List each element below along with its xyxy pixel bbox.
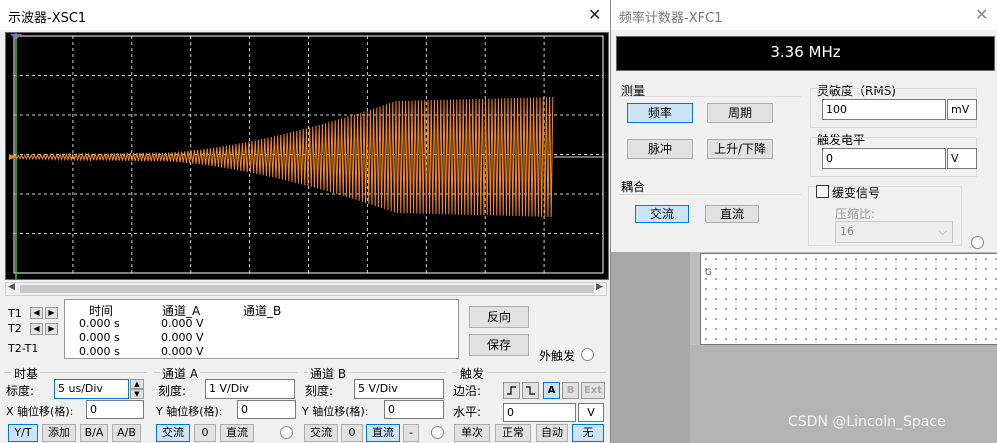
counter-display: 3.36 MHz <box>616 36 995 71</box>
timebase-scale-up-button[interactable]: ▲ <box>130 379 144 389</box>
oscilloscope-close-icon[interactable]: ✕ <box>588 5 601 24</box>
channel-a-zero-button[interactable]: 0 <box>194 424 216 442</box>
cursor-t2-left-button[interactable]: ◀ <box>30 323 43 335</box>
readout-t2-time: 0.000 s <box>79 331 120 344</box>
sensitivity-unit[interactable]: mV <box>947 99 977 120</box>
channel-b-ypos-label: Y 轴位移(格): <box>302 405 369 418</box>
slow-signal-checkbox[interactable] <box>816 185 829 198</box>
channel-b-scale-label: 刻度: <box>305 384 334 398</box>
timebase-mode-ab-button[interactable]: A/B <box>112 424 141 442</box>
channel-a-ac-button[interactable]: 交流 <box>156 424 190 442</box>
counter-trigger-level-input[interactable]: 0 <box>822 148 946 169</box>
counter-close-icon[interactable]: ✕ <box>975 5 988 24</box>
channel-b-ypos-input[interactable]: 0 <box>384 400 444 419</box>
scroll-left-icon[interactable]: ◀ <box>8 282 15 292</box>
external-trigger-radio[interactable] <box>581 348 594 361</box>
trigger-edge-label: 边沿: <box>453 384 482 398</box>
trigger-mode-single-button[interactable]: 单次 <box>454 424 490 442</box>
channel-a-dc-button[interactable]: 直流 <box>220 424 254 442</box>
coupling-header: 耦合 <box>621 180 646 194</box>
coupling-ac-button[interactable]: 交流 <box>635 205 689 223</box>
readout-t2t1-time: 0.000 s <box>79 345 120 358</box>
cursor-t2-right-button[interactable]: ▶ <box>45 323 58 335</box>
counter-titlebar[interactable]: 频率计数器-XFC1 ✕ <box>611 0 997 30</box>
cursor-t2-t1-label: T2-T1 <box>8 342 39 355</box>
timebase-header: 时基 <box>12 365 41 382</box>
counter-trigger-level-unit[interactable]: V <box>947 148 977 169</box>
cursor-t1-label: T1 <box>8 307 22 320</box>
channel-b-zero-button[interactable]: 0 <box>341 424 363 442</box>
trigger-mode-none-button[interactable]: 无 <box>572 424 604 442</box>
timebase-scale-input[interactable]: 5 us/Div <box>54 379 129 399</box>
timebase-scale-down-button[interactable]: ▼ <box>130 389 144 399</box>
trigger-source-ext-button[interactable]: Ext <box>581 382 605 399</box>
readout-t1-channel-a: 0.000 V <box>161 317 204 330</box>
trigger-mode-normal-button[interactable]: 正常 <box>495 424 531 442</box>
readout-channel-b-header: 通道_B <box>243 304 282 318</box>
channel-a-ypos-input[interactable]: 0 <box>237 400 296 419</box>
cursor-t1-right-button[interactable]: ▶ <box>45 307 58 319</box>
channel-b-radio[interactable] <box>431 426 444 439</box>
timebase-mode-ba-button[interactable]: B/A <box>80 424 108 442</box>
timebase-mode-yt-button[interactable]: Y/T <box>8 424 38 442</box>
trigger-source-b-button[interactable]: B <box>562 382 579 399</box>
oscilloscope-window: 示波器-XSC1 ✕ ◀ ▶ T1 ◀ ▶ T2 ◀ ▶ T2-T1 时间 通道… <box>0 0 611 443</box>
trigger-level-input[interactable]: 0 <box>503 403 576 422</box>
channel-b-minus-button[interactable]: - <box>403 424 419 442</box>
frequency-counter-window: 频率计数器-XFC1 ✕ 3.36 MHz 测量 频率 周期 脉冲 上升/下降 … <box>611 0 997 252</box>
channel-a-radio[interactable] <box>280 426 293 439</box>
slow-signal-label: 缓变信号 <box>832 186 881 200</box>
channel-b-ac-button[interactable]: 交流 <box>304 424 338 442</box>
counter-title: 频率计数器-XFC1 <box>619 11 723 26</box>
oscilloscope-horizontal-scrollbar[interactable]: ◀ ▶ <box>5 282 607 296</box>
trigger-rising-edge-icon[interactable] <box>503 382 520 399</box>
oscilloscope-screen <box>5 32 609 280</box>
timebase-xpos-label: X 轴位移(格): <box>6 405 74 418</box>
timebase-mode-add-button[interactable]: 添加 <box>42 424 76 442</box>
channel-a-ypos-label: Y 轴位移(格): <box>156 405 223 418</box>
schematic-sheet[interactable]: G <box>700 253 997 345</box>
save-button[interactable]: 保存 <box>469 334 529 356</box>
channel-b-header: 通道 B <box>308 365 349 382</box>
trigger-source-a-button[interactable]: A <box>543 382 560 399</box>
compression-label: 压缩比: <box>835 207 876 221</box>
channel-b-scale-input[interactable]: 5 V/Div <box>354 379 444 399</box>
sensitivity-input[interactable]: 100 <box>822 99 946 120</box>
trigger-falling-edge-icon[interactable] <box>522 382 539 399</box>
channel-a-scale-input[interactable]: 1 V/Div <box>205 379 295 399</box>
oscilloscope-titlebar[interactable]: 示波器-XSC1 ✕ <box>0 0 610 30</box>
oscilloscope-title: 示波器-XSC1 <box>8 11 87 26</box>
external-trigger-label: 外触发 <box>539 349 576 363</box>
timebase-scale-label: 标度: <box>6 384 35 398</box>
trigger-header: 触发 <box>458 365 487 382</box>
timebase-xpos-input[interactable]: 0 <box>86 400 144 419</box>
scroll-right-icon[interactable]: ▶ <box>596 282 603 292</box>
counter-radio[interactable] <box>971 236 984 249</box>
dropdown-chevron-icon: ⌵ <box>938 225 947 238</box>
measurement-readout: 时间 通道_A 通道_B 0.000 s 0.000 V 0.000 s 0.0… <box>64 299 459 359</box>
measure-rise-fall-button[interactable]: 上升/下降 <box>707 139 773 159</box>
channel-a-header: 通道 A <box>160 365 201 382</box>
trigger-level-label: 水平: <box>453 405 482 419</box>
readout-t1-time: 0.000 s <box>79 317 120 330</box>
trigger-mode-auto-button[interactable]: 自动 <box>536 424 568 442</box>
schematic-row-label: G <box>705 268 712 278</box>
coupling-dc-button[interactable]: 直流 <box>705 205 759 223</box>
channel-b-dc-button[interactable]: 直流 <box>366 424 400 442</box>
scrollbar-thumb[interactable] <box>20 285 594 293</box>
measure-period-button[interactable]: 周期 <box>707 103 773 123</box>
compression-select[interactable]: 16 ⌵ <box>835 221 953 243</box>
compression-value: 16 <box>840 225 854 238</box>
measure-frequency-button[interactable]: 频率 <box>627 103 693 123</box>
reverse-button[interactable]: 反向 <box>469 306 529 328</box>
watermark: CSDN @Lincoln_Space <box>788 414 946 430</box>
cursor-t2-label: T2 <box>8 322 22 335</box>
cursor-t1-left-button[interactable]: ◀ <box>30 307 43 319</box>
readout-t2t1-channel-a: 0.000 V <box>161 345 204 358</box>
oscilloscope-trace-svg <box>9 33 604 279</box>
readout-t2-channel-a: 0.000 V <box>161 331 204 344</box>
measure-pulse-button[interactable]: 脉冲 <box>627 139 693 159</box>
channel-a-scale-label: 刻度: <box>158 384 187 398</box>
trigger-level-unit[interactable]: V <box>578 403 604 422</box>
